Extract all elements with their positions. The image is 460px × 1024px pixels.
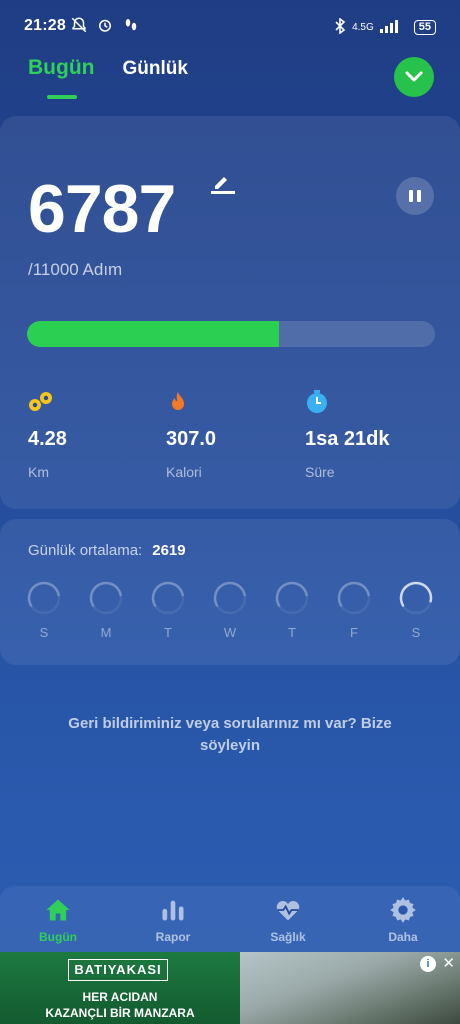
chevron-down-icon	[405, 71, 423, 82]
day-ring-4: T	[274, 580, 310, 640]
alarm-icon	[96, 16, 114, 39]
ad-headline-1: HER ACIDAN	[82, 990, 158, 1004]
stat-distance-label: Km	[28, 464, 49, 480]
stat-calories-value: 307.0	[166, 428, 217, 450]
flame-icon	[166, 390, 296, 414]
battery-indicator: 55	[413, 20, 436, 35]
network-label: 4.5G	[352, 22, 374, 33]
bottom-navigation: Bugün Rapor Sağlık Daha	[0, 886, 460, 952]
day-ring-3: W	[212, 580, 248, 640]
top-tabs: Bugün Günlük	[28, 56, 188, 80]
day-label: T	[164, 625, 172, 640]
daily-average-value: 2619	[152, 542, 186, 559]
day-ring-2: T	[150, 580, 186, 640]
day-ring-1: M	[88, 580, 124, 640]
tab-daily[interactable]: Günlük	[122, 58, 187, 80]
nav-health[interactable]: Sağlık	[248, 896, 328, 944]
nav-health-label: Sağlık	[270, 930, 306, 944]
ad-info-icon[interactable]: i	[420, 956, 436, 972]
bar-chart-icon	[162, 900, 184, 921]
ad-brand-logo: BATIYAKASI	[68, 959, 168, 981]
stat-calories-label: Kalori	[166, 464, 202, 480]
gear-icon	[390, 897, 416, 923]
day-progress-ring	[337, 581, 371, 615]
distance-icon	[28, 390, 158, 414]
nav-today[interactable]: Bugün	[18, 896, 98, 944]
day-label: F	[350, 625, 358, 640]
daily-average: Günlük ortalama: 2619	[28, 542, 186, 559]
stat-duration-value: 1sa 21dk	[305, 428, 390, 450]
tab-today[interactable]: Bugün	[28, 56, 94, 80]
stat-distance: 4.28 Km	[28, 390, 158, 480]
status-time: 21:28	[24, 17, 66, 34]
edit-icon[interactable]	[211, 170, 235, 199]
status-bar: 21:28 4.5G 55	[0, 0, 460, 50]
notifications-muted-icon	[70, 16, 88, 39]
day-label: S	[411, 625, 421, 640]
day-label: M	[100, 625, 112, 640]
nav-report[interactable]: Rapor	[133, 896, 213, 944]
nav-today-label: Bugün	[39, 930, 77, 944]
stat-calories: 307.0 Kalori	[166, 390, 296, 480]
feedback-link[interactable]: Geri bildiriminiz veya sorularınız mı va…	[40, 713, 420, 757]
stat-distance-value: 4.28	[28, 428, 67, 450]
stat-duration-label: Süre	[305, 464, 335, 480]
day-progress-ring	[151, 581, 185, 615]
heart-pulse-icon	[276, 901, 300, 921]
day-label: S	[39, 625, 49, 640]
day-progress-ring	[27, 581, 61, 615]
day-ring-5: F	[336, 580, 372, 640]
day-ring-0: S	[26, 580, 62, 640]
nav-more[interactable]: Daha	[363, 896, 443, 944]
day-progress-ring	[89, 581, 123, 615]
step-goal: /11000 Adım	[28, 260, 123, 279]
step-progress-bar	[27, 321, 435, 347]
day-ring-6: S	[398, 580, 434, 640]
pause-icon	[409, 190, 413, 202]
day-label: T	[288, 625, 296, 640]
nav-report-label: Rapor	[155, 930, 191, 944]
day-progress-ring	[275, 581, 309, 615]
step-progress-fill	[27, 321, 279, 347]
day-progress-ring	[399, 581, 433, 615]
pause-button[interactable]	[396, 177, 434, 215]
stat-duration: 1sa 21dk Süre	[305, 390, 435, 480]
ad-close-icon[interactable]: ✕	[442, 954, 455, 972]
tab-indicator	[47, 95, 77, 99]
signal-icon	[379, 19, 408, 36]
day-progress-ring	[213, 581, 247, 615]
footsteps-icon	[122, 16, 140, 39]
ad-banner[interactable]: BATIYAKASI HER ACIDAN KAZANÇLI BİR MANZA…	[0, 952, 460, 1024]
timer-icon	[305, 390, 435, 414]
home-icon	[46, 899, 70, 921]
ad-headline-2: KAZANÇLI BİR MANZARA	[45, 1006, 195, 1020]
nav-more-label: Daha	[388, 930, 418, 944]
expand-button[interactable]	[394, 57, 434, 97]
daily-average-label: Günlük ortalama:	[28, 542, 143, 559]
step-count: 6787	[28, 171, 176, 247]
bluetooth-icon	[334, 17, 346, 37]
day-label: W	[223, 625, 237, 640]
